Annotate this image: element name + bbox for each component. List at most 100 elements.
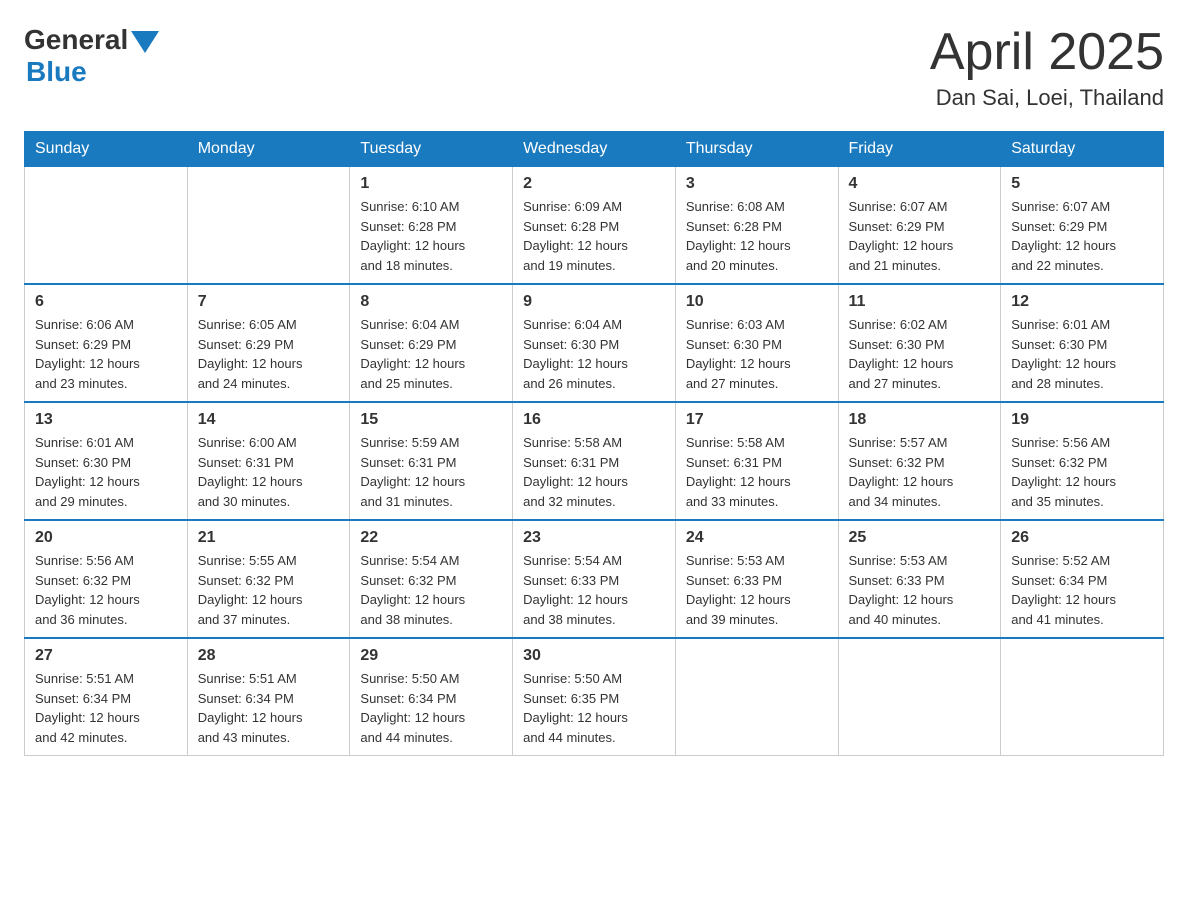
table-row: 3Sunrise: 6:08 AM Sunset: 6:28 PM Daylig… [675,167,838,285]
day-number: 24 [686,529,828,547]
day-number: 14 [198,411,340,429]
table-row: 29 Sunrise: 5:50 AM Sunset: 6:34 PM Dayli… [350,638,513,756]
table-row: 22 Sunrise: 5:54 AM Sunset: 6:32 PM Dayli… [350,520,513,638]
day-number: 23 [523,529,665,547]
table-row: 20 Sunrise: 5:56 AM Sunset: 6:32 PM Dayli… [25,520,188,638]
table-row [1001,638,1164,756]
page-header: General Blue April 2025 Dan Sai, Loei, T… [24,24,1164,111]
calendar-week-row: 20 Sunrise: 5:56 AM Sunset: 6:32 PM Dayli… [25,520,1164,638]
day-number: 22 [360,529,502,547]
table-row: 27 Sunrise: 5:51 AM Sunset: 6:34 PM Dayli… [25,638,188,756]
calendar-header-row: Sunday Monday Tuesday Wednesday Thursday… [25,132,1164,167]
day-info: Sunrise: 5:50 AM Sunset: 6:35 PM Dayligh… [523,669,665,747]
day-number: 2 [523,175,665,193]
day-info: Sunrise: 5:54 AM Sunset: 6:33 PM Dayligh… [523,551,665,629]
day-info: Sunrise: 6:07 AM Sunset: 6:29 PM Dayligh… [1011,197,1153,275]
day-info: Sunrise: 5:51 AM Sunset: 6:34 PM Dayligh… [198,669,340,747]
table-row: 18 Sunrise: 5:57 AM Sunset: 6:32 PM Dayli… [838,402,1001,520]
calendar-week-row: 1 Sunrise: 6:10 AM Sunset: 6:28 PM Daylig… [25,167,1164,285]
day-info: Sunrise: 6:01 AM Sunset: 6:30 PM Dayligh… [35,433,177,511]
day-info: Sunrise: 5:54 AM Sunset: 6:32 PM Dayligh… [360,551,502,629]
day-number: 12 [1011,293,1153,311]
day-info: Sunrise: 5:53 AM Sunset: 6:33 PM Dayligh… [686,551,828,629]
day-number: 1 [360,175,502,193]
col-saturday: Saturday [1001,132,1164,167]
day-number: 13 [35,411,177,429]
table-row [187,167,350,285]
day-number: 8 [360,293,502,311]
day-number: 15 [360,411,502,429]
day-number: 16 [523,411,665,429]
location-title: Dan Sai, Loei, Thailand [930,85,1164,111]
logo-blue-text: Blue [26,56,87,88]
calendar-week-row: 6 Sunrise: 6:06 AM Sunset: 6:29 PM Daylig… [25,284,1164,402]
day-info: Sunrise: 6:10 AM Sunset: 6:28 PM Dayligh… [360,197,502,275]
day-number: 4 [849,175,991,193]
table-row: 8Sunrise: 6:04 AM Sunset: 6:29 PM Daylig… [350,284,513,402]
table-row: 28 Sunrise: 5:51 AM Sunset: 6:34 PM Dayli… [187,638,350,756]
day-number: 26 [1011,529,1153,547]
table-row: 9Sunrise: 6:04 AM Sunset: 6:30 PM Daylig… [513,284,676,402]
table-row [675,638,838,756]
day-number: 21 [198,529,340,547]
day-info: Sunrise: 6:09 AM Sunset: 6:28 PM Dayligh… [523,197,665,275]
day-info: Sunrise: 5:57 AM Sunset: 6:32 PM Dayligh… [849,433,991,511]
day-info: Sunrise: 5:58 AM Sunset: 6:31 PM Dayligh… [523,433,665,511]
month-title: April 2025 [930,24,1164,81]
day-info: Sunrise: 5:51 AM Sunset: 6:34 PM Dayligh… [35,669,177,747]
logo-general-text: General [24,24,128,56]
col-wednesday: Wednesday [513,132,676,167]
table-row: 13 Sunrise: 6:01 AM Sunset: 6:30 PM Dayli… [25,402,188,520]
table-row: 5 Sunrise: 6:07 AM Sunset: 6:29 PM Daylig… [1001,167,1164,285]
day-info: Sunrise: 5:56 AM Sunset: 6:32 PM Dayligh… [35,551,177,629]
table-row: 15 Sunrise: 5:59 AM Sunset: 6:31 PM Dayli… [350,402,513,520]
day-number: 7 [198,293,340,311]
table-row: 10 Sunrise: 6:03 AM Sunset: 6:30 PM Dayli… [675,284,838,402]
calendar-week-row: 27 Sunrise: 5:51 AM Sunset: 6:34 PM Dayli… [25,638,1164,756]
col-sunday: Sunday [25,132,188,167]
table-row: 4Sunrise: 6:07 AM Sunset: 6:29 PM Daylig… [838,167,1001,285]
day-number: 11 [849,293,991,311]
day-info: Sunrise: 6:03 AM Sunset: 6:30 PM Dayligh… [686,315,828,393]
day-number: 18 [849,411,991,429]
day-info: Sunrise: 6:01 AM Sunset: 6:30 PM Dayligh… [1011,315,1153,393]
col-tuesday: Tuesday [350,132,513,167]
day-info: Sunrise: 6:00 AM Sunset: 6:31 PM Dayligh… [198,433,340,511]
day-number: 27 [35,647,177,665]
day-number: 28 [198,647,340,665]
day-number: 6 [35,293,177,311]
day-info: Sunrise: 6:05 AM Sunset: 6:29 PM Dayligh… [198,315,340,393]
day-number: 20 [35,529,177,547]
table-row: 16 Sunrise: 5:58 AM Sunset: 6:31 PM Dayli… [513,402,676,520]
table-row: 30 Sunrise: 5:50 AM Sunset: 6:35 PM Dayli… [513,638,676,756]
day-info: Sunrise: 5:52 AM Sunset: 6:34 PM Dayligh… [1011,551,1153,629]
day-info: Sunrise: 6:08 AM Sunset: 6:28 PM Dayligh… [686,197,828,275]
table-row: 7 Sunrise: 6:05 AM Sunset: 6:29 PM Daylig… [187,284,350,402]
day-number: 30 [523,647,665,665]
day-number: 10 [686,293,828,311]
calendar-week-row: 13 Sunrise: 6:01 AM Sunset: 6:30 PM Dayli… [25,402,1164,520]
day-number: 5 [1011,175,1153,193]
table-row: 11 Sunrise: 6:02 AM Sunset: 6:30 PM Dayli… [838,284,1001,402]
table-row: 6 Sunrise: 6:06 AM Sunset: 6:29 PM Daylig… [25,284,188,402]
day-info: Sunrise: 5:59 AM Sunset: 6:31 PM Dayligh… [360,433,502,511]
day-info: Sunrise: 6:06 AM Sunset: 6:29 PM Dayligh… [35,315,177,393]
day-info: Sunrise: 5:50 AM Sunset: 6:34 PM Dayligh… [360,669,502,747]
col-friday: Friday [838,132,1001,167]
logo: General Blue [24,24,159,88]
table-row: 19Sunrise: 5:56 AM Sunset: 6:32 PM Dayli… [1001,402,1164,520]
title-section: April 2025 Dan Sai, Loei, Thailand [930,24,1164,111]
day-info: Sunrise: 6:02 AM Sunset: 6:30 PM Dayligh… [849,315,991,393]
table-row: 21 Sunrise: 5:55 AM Sunset: 6:32 PM Dayli… [187,520,350,638]
day-number: 19 [1011,411,1153,429]
day-number: 29 [360,647,502,665]
table-row: 2 Sunrise: 6:09 AM Sunset: 6:28 PM Daylig… [513,167,676,285]
table-row: 24 Sunrise: 5:53 AM Sunset: 6:33 PM Dayli… [675,520,838,638]
day-info: Sunrise: 5:58 AM Sunset: 6:31 PM Dayligh… [686,433,828,511]
calendar-table: Sunday Monday Tuesday Wednesday Thursday… [24,131,1164,756]
day-number: 9 [523,293,665,311]
day-number: 17 [686,411,828,429]
day-number: 25 [849,529,991,547]
day-info: Sunrise: 5:55 AM Sunset: 6:32 PM Dayligh… [198,551,340,629]
day-info: Sunrise: 5:53 AM Sunset: 6:33 PM Dayligh… [849,551,991,629]
